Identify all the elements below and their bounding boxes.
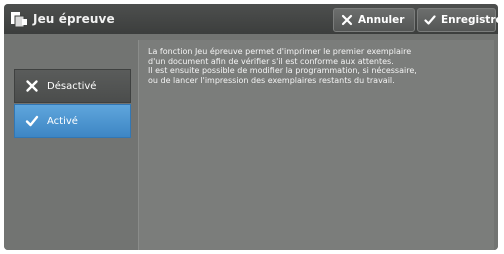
- title-group: Jeu épreuve: [10, 10, 115, 28]
- proof-print-icon: [10, 10, 28, 28]
- save-button[interactable]: Enregistrer: [417, 8, 498, 32]
- close-icon: [25, 79, 39, 93]
- header-bar: Jeu épreuve Annuler Enregistrer: [4, 4, 498, 34]
- checkmark-icon: [424, 14, 436, 26]
- checkmark-icon: [25, 114, 39, 128]
- save-button-label: Enregistrer: [441, 14, 498, 26]
- cancel-button-label: Annuler: [358, 14, 405, 26]
- description-panel: La fonction Jeu épreuve permet d'imprime…: [138, 40, 494, 250]
- option-disabled-label: Désactivé: [47, 80, 97, 92]
- page-title: Jeu épreuve: [33, 12, 115, 26]
- settings-body: Désactivé Activé La fonction Jeu épreuve…: [4, 34, 498, 250]
- option-enabled[interactable]: Activé: [14, 104, 131, 138]
- description-text: La fonction Jeu épreuve permet d'imprime…: [148, 47, 417, 85]
- dialog-frame: Jeu épreuve Annuler Enregistrer: [4, 4, 498, 250]
- screen: Jeu épreuve Annuler Enregistrer: [0, 0, 504, 254]
- option-disabled[interactable]: Désactivé: [14, 69, 131, 103]
- close-icon: [341, 14, 353, 26]
- option-enabled-label: Activé: [47, 115, 78, 127]
- cancel-button[interactable]: Annuler: [333, 8, 415, 32]
